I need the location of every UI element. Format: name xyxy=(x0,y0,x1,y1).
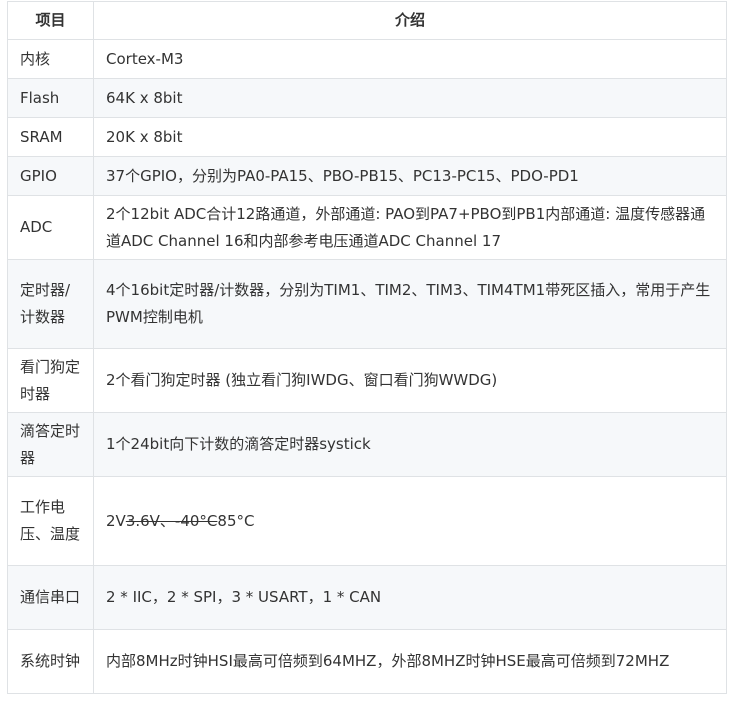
table-row: Flash 64K x 8bit xyxy=(7,78,727,118)
row-value: 内部8MHz时钟HSI最高可倍频到64MHZ，外部8MHZ时钟HSE最高可倍频到… xyxy=(93,629,727,694)
column-header-item: 项目 xyxy=(7,1,94,40)
row-value: 20K x 8bit xyxy=(93,117,727,157)
table-row: GPIO 37个GPIO，分别为PA0-PA15、PBO-PB15、PC13-P… xyxy=(7,156,727,196)
row-key: 通信串口 xyxy=(7,565,94,630)
row-key: ADC xyxy=(7,195,94,260)
row-key: 系统时钟 xyxy=(7,629,94,694)
voltage-min: 2V xyxy=(106,511,126,530)
row-value: 2个12bit ADC合计12路通道，外部通道: PAO到PA7+PBO到PB1… xyxy=(93,195,727,260)
table-row: 工作电压、温度 2V3.6V、-40°C85°C xyxy=(7,476,727,566)
table-row: 通信串口 2 * IIC，2 * SPI，3 * USART，1 * CAN xyxy=(7,565,727,630)
table-row: 系统时钟 内部8MHz时钟HSI最高可倍频到64MHZ，外部8MHZ时钟HSE最… xyxy=(7,629,727,694)
row-key: 看门狗定时器 xyxy=(7,348,94,413)
row-value: 37个GPIO，分别为PA0-PA15、PBO-PB15、PC13-PC15、P… xyxy=(93,156,727,196)
row-key: 工作电压、温度 xyxy=(7,476,94,566)
row-key: GPIO xyxy=(7,156,94,196)
row-key: 内核 xyxy=(7,39,94,79)
row-key: 定时器/计数器 xyxy=(7,259,94,349)
row-key: Flash xyxy=(7,78,94,118)
row-value: 64K x 8bit xyxy=(93,78,727,118)
row-value: 2V3.6V、-40°C85°C xyxy=(93,476,727,566)
row-key: SRAM xyxy=(7,117,94,157)
table-row: 看门狗定时器 2个看门狗定时器 (独立看门狗IWDG、窗口看门狗WWDG) xyxy=(7,348,727,413)
temperature-max: 85°C xyxy=(217,511,255,530)
row-value: 2 * IIC，2 * SPI，3 * USART，1 * CAN xyxy=(93,565,727,630)
table-row: 定时器/计数器 4个16bit定时器/计数器，分别为TIM1、TIM2、TIM3… xyxy=(7,259,727,349)
row-key: 滴答定时器 xyxy=(7,412,94,477)
row-value: Cortex-M3 xyxy=(93,39,727,79)
row-value: 1个24bit向下计数的滴答定时器systick xyxy=(93,412,727,477)
row-value: 2个看门狗定时器 (独立看门狗IWDG、窗口看门狗WWDG) xyxy=(93,348,727,413)
column-header-description: 介绍 xyxy=(93,1,727,40)
table-row: SRAM 20K x 8bit xyxy=(7,117,727,157)
table-row: ADC 2个12bit ADC合计12路通道，外部通道: PAO到PA7+PBO… xyxy=(7,195,727,260)
spec-table: 项目 介绍 内核 Cortex-M3 Flash 64K x 8bit SRAM… xyxy=(7,1,727,694)
struck-text: 3.6V、-40°C xyxy=(125,511,218,530)
row-value: 4个16bit定时器/计数器，分别为TIM1、TIM2、TIM3、TIM4TM1… xyxy=(93,259,727,349)
table-row: 滴答定时器 1个24bit向下计数的滴答定时器systick xyxy=(7,412,727,477)
table-header-row: 项目 介绍 xyxy=(7,1,727,40)
table-row: 内核 Cortex-M3 xyxy=(7,39,727,79)
